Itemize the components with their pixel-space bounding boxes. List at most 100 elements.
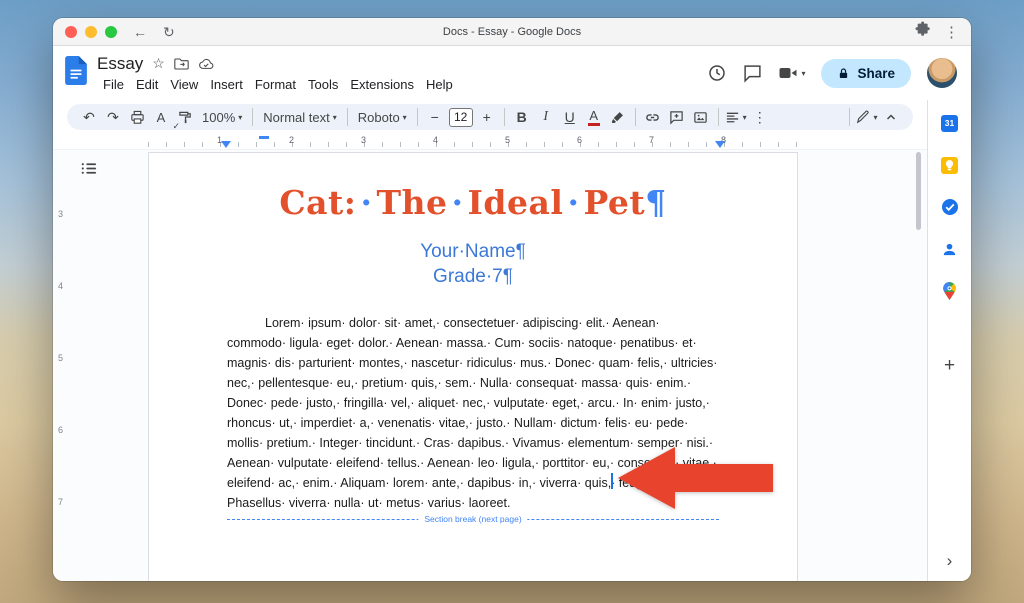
calendar-day-label: 31 bbox=[941, 115, 958, 132]
insert-link-icon[interactable] bbox=[641, 105, 665, 129]
docs-logo-icon[interactable] bbox=[65, 56, 87, 90]
decrease-font-size-icon[interactable]: − bbox=[423, 105, 447, 129]
highlight-color-icon[interactable] bbox=[606, 105, 630, 129]
toolbar-more-icon[interactable]: ⋮ bbox=[748, 105, 772, 129]
maps-icon[interactable] bbox=[941, 282, 959, 300]
document-page[interactable]: Cat:·The·Ideal·Pet¶ Your·Name¶ Grade·7¶ … bbox=[148, 152, 798, 581]
styles-select[interactable]: Normal text ▾ bbox=[258, 110, 341, 125]
document-canvas: 3 4 5 6 7 Cat:·The·Ideal·Pet¶ Your·Name¶… bbox=[53, 150, 927, 581]
contacts-icon[interactable] bbox=[941, 240, 959, 258]
editing-mode-icon[interactable]: ▾ bbox=[855, 105, 879, 129]
text-color-letter: A bbox=[589, 109, 598, 122]
italic-button[interactable]: I bbox=[534, 105, 558, 129]
font-dropdown-icon: ▾ bbox=[403, 113, 407, 122]
version-history-icon[interactable] bbox=[707, 63, 727, 83]
grade-line: Grade·7¶ bbox=[227, 264, 719, 289]
menu-view[interactable]: View bbox=[164, 76, 204, 93]
menu-file[interactable]: File bbox=[97, 76, 130, 93]
vertical-scrollbar[interactable] bbox=[916, 152, 921, 230]
menu-help[interactable]: Help bbox=[420, 76, 459, 93]
add-comment-icon[interactable] bbox=[665, 105, 689, 129]
menu-tools[interactable]: Tools bbox=[302, 76, 344, 93]
increase-font-size-icon[interactable]: + bbox=[475, 105, 499, 129]
formatting-mark-dot: · bbox=[563, 183, 583, 222]
first-line-indent-marker[interactable] bbox=[259, 136, 269, 139]
menu-bar: File Edit View Insert Format Tools Exten… bbox=[97, 76, 459, 93]
move-folder-icon[interactable] bbox=[174, 58, 189, 70]
browser-menu-icon[interactable]: ⋮ bbox=[944, 23, 959, 41]
zoom-window-button[interactable] bbox=[105, 26, 117, 38]
styles-dropdown-icon: ▾ bbox=[333, 113, 337, 122]
toolbar-separator bbox=[504, 108, 505, 126]
text-color-button[interactable]: A bbox=[582, 105, 606, 129]
browser-titlebar: ← ↻ Docs - Essay - Google Docs ⋮ bbox=[53, 18, 971, 46]
left-indent-marker[interactable] bbox=[221, 141, 231, 148]
print-icon[interactable] bbox=[125, 105, 149, 129]
heading-word: Pet bbox=[583, 183, 645, 222]
browser-window: ← ↻ Docs - Essay - Google Docs ⋮ bbox=[53, 18, 971, 581]
desktop-background: ← ↻ Docs - Essay - Google Docs ⋮ bbox=[0, 0, 1024, 603]
tab-title: Docs - Essay - Google Docs bbox=[443, 26, 581, 38]
share-button[interactable]: Share bbox=[821, 59, 911, 88]
browser-actions: ⋮ bbox=[915, 21, 959, 42]
vruler-number: 5 bbox=[58, 353, 63, 363]
extensions-puzzle-icon[interactable] bbox=[915, 21, 931, 42]
align-left-icon[interactable]: ▾ bbox=[724, 105, 748, 129]
hide-menus-icon[interactable] bbox=[879, 105, 903, 129]
video-call-dropdown-icon[interactable]: ▾ bbox=[801, 69, 805, 78]
menu-insert[interactable]: Insert bbox=[204, 76, 249, 93]
tasks-icon[interactable] bbox=[941, 198, 959, 216]
insert-image-icon[interactable] bbox=[689, 105, 713, 129]
zoom-select[interactable]: 100% ▾ bbox=[197, 110, 247, 125]
underline-button[interactable]: U bbox=[558, 105, 582, 129]
menu-extensions[interactable]: Extensions bbox=[344, 76, 420, 93]
calendar-icon[interactable]: 31 bbox=[941, 114, 959, 132]
back-icon[interactable]: ← bbox=[133, 25, 147, 39]
header-actions: ▾ Share bbox=[707, 58, 957, 88]
spellcheck-check: ✓ bbox=[172, 121, 180, 132]
horizontal-ruler: 1 2 3 4 5 6 7 8 bbox=[53, 134, 927, 150]
vruler-number: 7 bbox=[58, 497, 63, 507]
ruler-number: 4 bbox=[433, 135, 438, 145]
doc-heading: Cat:·The·Ideal·Pet¶ bbox=[227, 181, 719, 225]
zoom-value: 100% bbox=[202, 110, 235, 125]
text-color-bar bbox=[588, 123, 600, 126]
close-window-button[interactable] bbox=[65, 26, 77, 38]
spellcheck-icon[interactable]: A ✓ bbox=[149, 105, 173, 129]
keep-icon[interactable] bbox=[941, 156, 959, 174]
minimize-window-button[interactable] bbox=[85, 26, 97, 38]
section-break: Section break (next page) bbox=[227, 519, 719, 520]
styles-value: Normal text bbox=[263, 110, 329, 125]
ruler-number: 5 bbox=[505, 135, 510, 145]
menu-edit[interactable]: Edit bbox=[130, 76, 164, 93]
traffic-lights bbox=[65, 26, 117, 38]
document-outline-icon[interactable] bbox=[81, 162, 97, 180]
account-avatar[interactable] bbox=[927, 58, 957, 88]
main-area: ↶ ↷ A ✓ 100% bbox=[53, 100, 971, 581]
doc-title-block: Essay ☆ File Edit View Insert Format Too… bbox=[97, 54, 459, 93]
add-app-icon[interactable]: + bbox=[944, 356, 955, 375]
side-panel: 31 bbox=[927, 100, 971, 581]
cloud-status-icon[interactable] bbox=[198, 58, 214, 70]
vruler-number: 6 bbox=[58, 425, 63, 435]
undo-icon[interactable]: ↶ bbox=[77, 105, 101, 129]
right-indent-marker[interactable] bbox=[715, 141, 725, 148]
toolbar-separator bbox=[417, 108, 418, 126]
font-size-input[interactable]: 12 bbox=[449, 108, 473, 127]
comments-icon[interactable] bbox=[743, 64, 762, 83]
hide-side-panel-icon[interactable]: › bbox=[947, 552, 953, 569]
formatting-mark-dot: · bbox=[448, 183, 468, 222]
bold-button[interactable]: B bbox=[510, 105, 534, 129]
heading-word: Ideal bbox=[468, 183, 564, 222]
font-select[interactable]: Roboto ▾ bbox=[353, 110, 412, 125]
redo-icon[interactable]: ↷ bbox=[101, 105, 125, 129]
document-title[interactable]: Essay bbox=[97, 54, 143, 74]
font-value: Roboto bbox=[358, 110, 400, 125]
video-call-icon[interactable]: ▾ bbox=[778, 65, 805, 81]
editing-mode-dropdown-icon: ▾ bbox=[873, 113, 877, 122]
reload-icon[interactable]: ↻ bbox=[163, 25, 175, 39]
star-icon[interactable]: ☆ bbox=[152, 55, 165, 72]
toolbar-separator bbox=[347, 108, 348, 126]
formatting-mark-pilcrow: ¶ bbox=[645, 183, 667, 222]
menu-format[interactable]: Format bbox=[249, 76, 302, 93]
